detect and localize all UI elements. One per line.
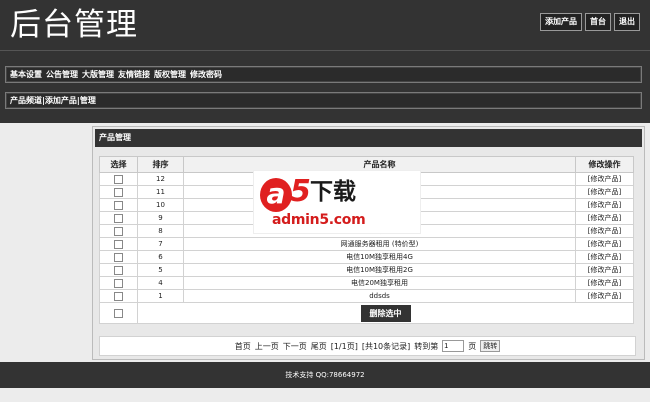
nav-change-password[interactable]: 修改密码 (190, 69, 222, 80)
record-total: [共10条记录] (361, 341, 411, 351)
home-button[interactable]: 首台 (585, 13, 611, 31)
row-select-cell (99, 276, 138, 290)
row-checkbox[interactable] (114, 252, 123, 262)
row-order: 1 (137, 289, 184, 303)
row-checkbox[interactable] (114, 278, 123, 288)
edit-product-link[interactable]: [修改产品] (575, 276, 634, 290)
row-select-cell (99, 289, 138, 303)
row-select-cell (99, 185, 138, 199)
add-product-button[interactable]: 添加产品 (540, 13, 582, 31)
footer: 技术支持 QQ:78664972 (0, 362, 650, 388)
breadcrumb-text[interactable]: 产品频道|添加产品|管理 (10, 95, 96, 106)
page-number-input[interactable] (442, 340, 465, 352)
row-checkbox[interactable] (114, 174, 123, 184)
row-product-name: ddsds (183, 289, 576, 303)
row-product-name: 电信10M独享租用4G (183, 250, 576, 264)
row-checkbox[interactable] (114, 265, 123, 275)
footer-text: 技术支持 QQ:78664972 (285, 371, 365, 379)
nav-basic-settings[interactable]: 基本设置 (10, 69, 42, 80)
col-order: 排序 (137, 156, 184, 173)
row-product-name: 电信20M独享租用 (183, 276, 576, 290)
admin5-watermark: a 5 下载 admin5.com (253, 170, 421, 234)
row-order: 10 (137, 198, 184, 212)
row-select-cell (99, 224, 138, 238)
goto-label: 转到第 (414, 341, 439, 351)
col-action: 修改操作 (575, 156, 634, 173)
nav-copyright[interactable]: 版权管理 (154, 69, 186, 80)
table-row: 5 电信10M独享租用2G [修改产品] (99, 263, 634, 277)
select-all-checkbox[interactable] (114, 308, 123, 318)
next-page-link[interactable]: 下一页 (283, 341, 307, 352)
product-panel: 产品管理 选择 排序 产品名称 修改操作 12服务器租用#1[修改产品]11服务… (92, 126, 645, 360)
row-order: 8 (137, 224, 184, 238)
main-nav: 基本设置 公告管理 大版管理 友情链接 版权管理 修改密码 (5, 66, 642, 83)
edit-product-link[interactable]: [修改产品] (575, 211, 634, 225)
header-bar: 后台管理 添加产品 首台 退出 (0, 0, 650, 50)
prev-page-link[interactable]: 上一页 (255, 341, 279, 352)
edit-product-link[interactable]: [修改产品] (575, 198, 634, 212)
watermark-logo-cn: 下载 (310, 179, 356, 205)
jump-button[interactable]: 跳转 (480, 340, 501, 352)
select-all-cell (99, 302, 138, 324)
row-checkbox[interactable] (114, 291, 123, 301)
edit-product-link[interactable]: [修改产品] (575, 172, 634, 186)
table-row: 1 ddsds [修改产品] (99, 289, 634, 303)
row-select-cell (99, 211, 138, 225)
edit-product-link[interactable]: [修改产品] (575, 224, 634, 238)
row-order: 11 (137, 185, 184, 199)
row-checkbox[interactable] (114, 239, 123, 249)
edit-product-link[interactable]: [修改产品] (575, 237, 634, 251)
row-order: 4 (137, 276, 184, 290)
page-info: [1/1页] (330, 341, 358, 351)
nav-area: 基本设置 公告管理 大版管理 友情链接 版权管理 修改密码 产品频道|添加产品|… (0, 50, 650, 123)
row-checkbox[interactable] (114, 226, 123, 236)
logout-button[interactable]: 退出 (614, 13, 640, 31)
delete-selected-button[interactable]: 删除选中 (360, 304, 411, 322)
watermark-logo-five: 5 (290, 174, 311, 209)
row-select-cell (99, 263, 138, 277)
edit-product-link[interactable]: [修改产品] (575, 185, 634, 199)
last-page-link[interactable]: 尾页 (311, 341, 327, 352)
row-order: 5 (137, 263, 184, 277)
edit-product-link[interactable]: [修改产品] (575, 263, 634, 277)
row-select-cell (99, 198, 138, 212)
table-row: 4 电信20M独享租用 [修改产品] (99, 276, 634, 290)
page-suffix: 页 (468, 341, 477, 351)
col-select: 选择 (99, 156, 138, 173)
nav-section-manage[interactable]: 大版管理 (82, 69, 114, 80)
pagination: 首页 上一页 下一页 尾页 [1/1页] [共10条记录] 转到第 页 跳转 (99, 336, 636, 356)
nav-announcements[interactable]: 公告管理 (46, 69, 78, 80)
watermark-url: admin5.com (272, 212, 366, 228)
row-select-cell (99, 172, 138, 186)
row-product-name: 电信10M独享租用2G (183, 263, 576, 277)
row-order: 12 (137, 172, 184, 186)
nav-friend-links[interactable]: 友情链接 (118, 69, 150, 80)
row-order: 7 (137, 237, 184, 251)
top-buttons: 添加产品 首台 退出 (540, 13, 640, 31)
delete-cell: 删除选中 (137, 302, 634, 324)
row-checkbox[interactable] (114, 200, 123, 210)
row-checkbox[interactable] (114, 213, 123, 223)
row-product-name: 网通服务器租用 (特价型) (183, 237, 576, 251)
row-checkbox[interactable] (114, 187, 123, 197)
panel-title: 产品管理 (95, 129, 642, 147)
edit-product-link[interactable]: [修改产品] (575, 250, 634, 264)
edit-product-link[interactable]: [修改产品] (575, 289, 634, 303)
row-order: 9 (137, 211, 184, 225)
table-row: 7 网通服务器租用 (特价型) [修改产品] (99, 237, 634, 251)
site-title: 后台管理 (10, 7, 138, 43)
delete-row: 删除选中 (99, 302, 634, 324)
watermark-logo-a: a (260, 178, 292, 212)
breadcrumb: 产品频道|添加产品|管理 (5, 92, 642, 109)
row-select-cell (99, 250, 138, 264)
row-order: 6 (137, 250, 184, 264)
first-page-link[interactable]: 首页 (235, 341, 251, 352)
table-row: 6 电信10M独享租用4G [修改产品] (99, 250, 634, 264)
row-select-cell (99, 237, 138, 251)
